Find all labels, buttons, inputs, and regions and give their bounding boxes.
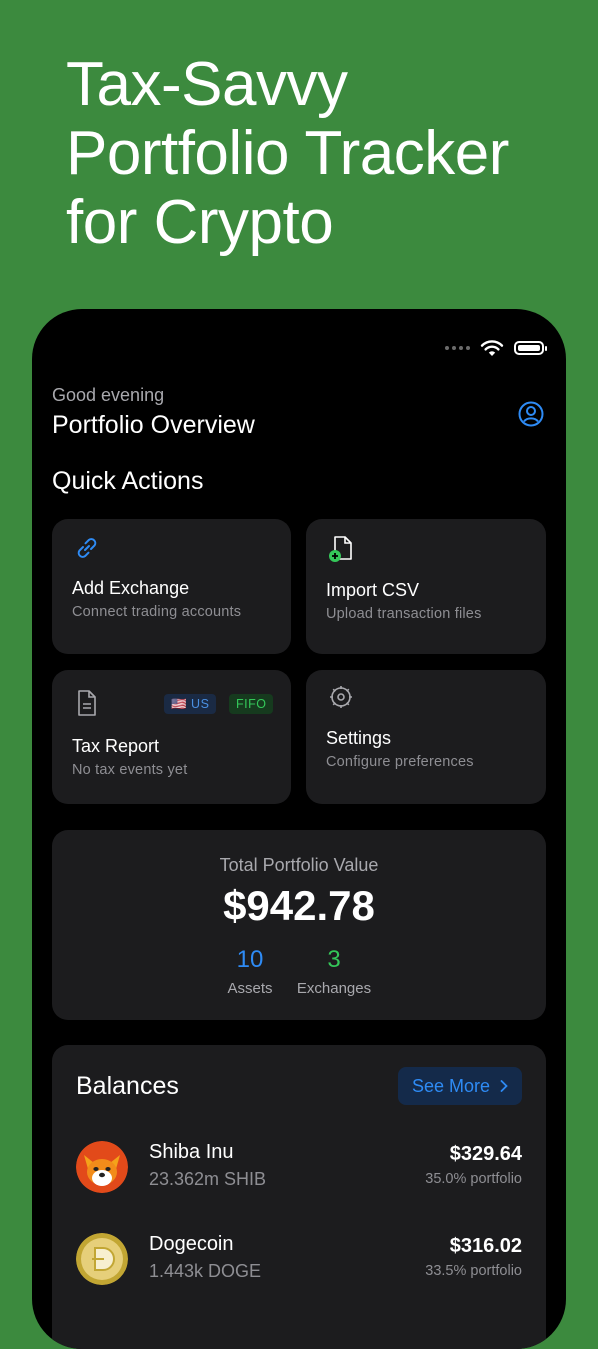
add-exchange-subtitle: Connect trading accounts	[72, 604, 242, 620]
region-badge: 🇺🇸 US	[164, 694, 217, 714]
chevron-right-icon	[500, 1080, 508, 1092]
balance-row-shib[interactable]: Shiba Inu 23.362m SHIB $329.64 35.0% por…	[52, 1141, 546, 1211]
coin-portfolio-share: 33.5% portfolio	[425, 1263, 522, 1279]
balances-title: Balances	[76, 1072, 179, 1100]
headline: Tax-Savvy Portfolio Tracker for Crypto	[66, 50, 509, 257]
assets-stat: 10 Assets	[218, 946, 282, 997]
greeting: Good evening	[52, 385, 165, 405]
method-badge: FIFO	[229, 694, 274, 714]
exchanges-count: 3	[327, 946, 341, 973]
coin-name: Shiba Inu	[149, 1141, 234, 1163]
coin-name: Dogecoin	[149, 1233, 234, 1255]
assets-count: 10	[236, 946, 264, 973]
page-title: Portfolio Overview	[52, 411, 255, 439]
link-icon	[77, 538, 97, 558]
balances-card: Balances See More Shiba Inu 23.362m SHIB…	[52, 1045, 546, 1349]
tax-report-card[interactable]: 🇺🇸 US FIFO Tax Report No tax events yet	[52, 670, 291, 804]
exchanges-stat: 3 Exchanges	[292, 946, 376, 997]
balance-row-doge[interactable]: Dogecoin 1.443k DOGE $316.02 33.5% portf…	[52, 1233, 546, 1303]
total-label: Total Portfolio Value	[219, 855, 379, 875]
coin-value: $329.64	[449, 1143, 522, 1165]
total-portfolio-card: Total Portfolio Value $942.78 10 Assets …	[52, 830, 546, 1020]
coin-portfolio-share: 35.0% portfolio	[425, 1171, 522, 1187]
coin-amount: 1.443k DOGE	[149, 1261, 262, 1281]
exchanges-label: Exchanges	[296, 980, 372, 997]
status-bar	[445, 339, 547, 357]
see-more-button[interactable]: See More	[397, 1067, 522, 1105]
import-csv-label: Import CSV	[326, 580, 420, 600]
tax-report-subtitle: No tax events yet	[72, 762, 188, 778]
phone-screen: Good evening Portfolio Overview Quick Ac…	[32, 309, 566, 1349]
coin-value: $316.02	[449, 1235, 522, 1257]
headline-line-3: for Crypto	[66, 188, 334, 257]
file-plus-icon	[329, 536, 352, 562]
assets-label: Assets	[227, 980, 273, 997]
battery-icon	[514, 341, 547, 355]
settings-card[interactable]: Settings Configure preferences	[306, 670, 546, 804]
import-csv-subtitle: Upload transaction files	[326, 606, 482, 622]
tax-report-label: Tax Report	[72, 736, 160, 756]
dogecoin-logo	[76, 1233, 128, 1285]
headline-line-1: Tax-Savvy	[66, 50, 348, 119]
settings-label: Settings	[326, 728, 392, 748]
add-exchange-card[interactable]: Add Exchange Connect trading accounts	[52, 519, 291, 654]
headline-line-2: Portfolio Tracker	[66, 119, 509, 188]
signal-dots-icon	[445, 346, 470, 350]
settings-subtitle: Configure preferences	[326, 754, 474, 770]
import-csv-card[interactable]: Import CSV Upload transaction files	[306, 519, 546, 654]
add-exchange-label: Add Exchange	[72, 578, 190, 598]
see-more-label: See More	[411, 1076, 490, 1096]
profile-icon[interactable]	[518, 401, 544, 427]
total-value: $942.78	[223, 882, 375, 929]
gear-icon	[330, 686, 352, 708]
wifi-icon	[480, 340, 504, 356]
coin-amount: 23.362m SHIB	[149, 1169, 267, 1189]
quick-actions-title: Quick Actions	[52, 467, 204, 495]
document-icon	[78, 690, 96, 716]
shiba-inu-logo	[76, 1141, 128, 1193]
